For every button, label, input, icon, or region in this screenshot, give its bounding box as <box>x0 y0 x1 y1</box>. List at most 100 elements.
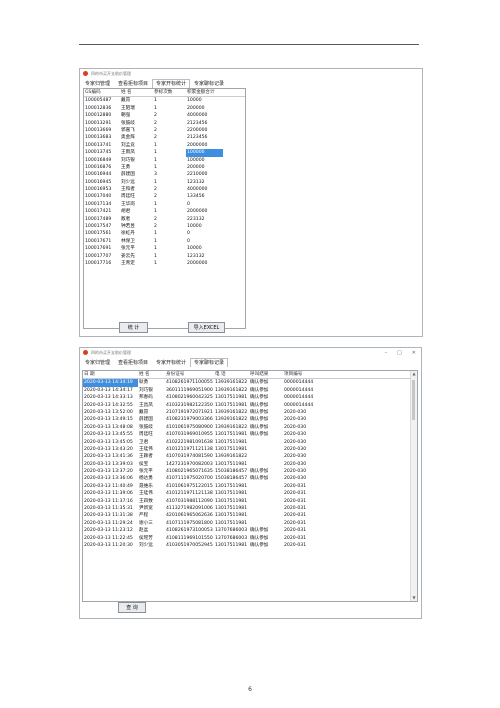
cell-total-amount: 2000000 <box>187 260 208 266</box>
cell-name: 王硅伟 <box>139 446 153 452</box>
table-row[interactable]: 100016953 王和者 2 4000000 <box>84 186 245 193</box>
table-row[interactable]: 100017134 王华岗 1 0 <box>84 201 245 208</box>
table-row[interactable]: 100012880 朝强 2 4000000 <box>84 112 245 119</box>
table-row[interactable]: 2020-03-13 11:40:49 聂维乐 4101061975122015 13… <box>83 483 417 490</box>
table-row[interactable]: 2020-03-13 13:45:05 卫君 4102221981091638 130… <box>83 439 417 446</box>
table-row[interactable]: 2020-03-13 14:33:13 邦春码 4108021960042325 13… <box>83 394 417 401</box>
table-row[interactable]: 2020-03-13 13:49:15 薛建国 4108231979003366 13… <box>83 416 417 423</box>
cell-name: 张元平 <box>139 469 153 475</box>
column-header-project-number[interactable]: 项目编号 <box>283 371 321 378</box>
vertical-scrollbar[interactable]: ▲ ▼ <box>410 371 417 601</box>
table-row[interactable]: 100017547 钟若昱 2 10000 <box>84 223 245 230</box>
cell-date: 2020-03-13 13:52:00 <box>84 409 133 415</box>
scroll-thumb[interactable] <box>412 380 415 420</box>
table-row[interactable]: 2020-03-13 14:34:17 刘巧银 3601111969051900 13… <box>83 387 417 394</box>
cell-total-amount: 10000 <box>187 246 202 252</box>
stats-grid[interactable]: GS编码姓 名参标次数 积累金额合计 100005487 戴昂 1 10000 10001… <box>83 88 246 329</box>
cell-phone: 13939161822 <box>215 409 248 415</box>
tab-expert-management[interactable]: 专家归管理 <box>81 358 114 367</box>
table-row[interactable]: 2020-03-13 11:39:06 王硅伟 4101211971121138 13… <box>83 490 417 497</box>
column-header-phone[interactable]: 电 话 <box>214 371 249 378</box>
table-row[interactable]: 2020-03-13 14:34:19 耿勇 4108261971100055 139… <box>83 379 417 387</box>
tab-view-rejected-projects[interactable]: 查看拒标项目 <box>114 358 152 367</box>
cell-gs-code: 100017671 <box>85 238 112 244</box>
tab-expert-bid-stats[interactable]: 专家开标统计 <box>152 79 191 88</box>
scroll-up-icon[interactable]: ▲ <box>411 371 417 377</box>
tab-expert-call-records[interactable]: 专家聊标记录 <box>190 79 228 88</box>
scroll-down-icon[interactable]: ▼ <box>411 595 417 601</box>
table-row[interactable]: 100017421 胡君 1 2000000 <box>84 208 245 215</box>
minimize-icon[interactable]: – <box>385 350 388 356</box>
table-row[interactable]: 100017707 姜云先 1 123132 <box>84 253 245 260</box>
table-row[interactable]: 100013683 奥金辉 2 2123456 <box>84 134 245 141</box>
table-row[interactable]: 100005487 戴昂 1 10000 <box>84 97 245 104</box>
cell-id-number: 4101211971121138 <box>166 446 213 452</box>
table-row[interactable]: 2020-03-13 13:52:00 戴昂 2107191972071921 139… <box>83 409 417 416</box>
table-row[interactable]: 100013741 刘孟竞 1 2000000 <box>84 142 245 149</box>
column-header-call-result[interactable]: 呼叫结果 <box>249 371 283 378</box>
table-row[interactable]: 2020-03-13 14:32:55 王昌凤 4103231982122350 13… <box>83 402 417 409</box>
cell-date: 2020-03-13 11:20:30 <box>84 542 133 548</box>
column-header-bid-count[interactable]: 参标次数 <box>153 89 186 96</box>
table-row[interactable]: 100017716 王青定 1 2000000 <box>84 260 245 267</box>
table-row[interactable]: 2020-03-13 11:22:45 侯瑶芳 4108111969101550 13… <box>83 535 417 542</box>
title-bar: 四的市买开支助价管理 <box>80 69 422 78</box>
table-row[interactable]: 100017671 林保卫 1 0 <box>84 238 245 245</box>
tab-expert-bid-stats[interactable]: 专家开标统计 <box>152 358 190 367</box>
table-row[interactable]: 100016849 刘巧银 1 100000 <box>84 157 245 164</box>
cell-gs-code: 100017707 <box>85 253 112 259</box>
table-row[interactable]: 2020-03-13 13:48:08 张鼓歧 4101061975080900 13… <box>83 424 417 431</box>
table-row[interactable]: 2020-03-13 11:23:12 赵盆 4108261973100053 137… <box>83 527 417 534</box>
table-row[interactable]: 2020-03-13 13:36:06 杨达勇 4107111975020700 15… <box>83 475 417 482</box>
table-row[interactable]: 100013291 张鼓歧 2 2123456 <box>84 120 245 127</box>
table-row[interactable]: 100013745 王雨凤 1 100000 <box>84 149 245 157</box>
table-row[interactable]: 2020-03-13 13:41:36 王颖者 4107031974081590 13… <box>83 453 417 460</box>
table-row[interactable]: 100017040 周廷旺 2 133456 <box>84 193 245 200</box>
query-button[interactable]: 查 询 <box>118 602 146 613</box>
maximize-icon[interactable]: □ <box>397 350 402 356</box>
close-icon[interactable]: ✕ <box>412 350 416 356</box>
table-row[interactable]: 100013669 郭嘉飞 2 2200000 <box>84 127 245 134</box>
tab-view-rejected-projects[interactable]: 查看拒标项目 <box>114 79 152 88</box>
cell-call-result: 确认参加 <box>250 380 269 386</box>
table-row[interactable]: 100017691 张元平 1 10000 <box>84 245 245 252</box>
table-row[interactable]: 2020-03-13 11:20:30 刘少远 4103051970052945 13… <box>83 542 417 549</box>
column-header-total-amount[interactable]: 积累金额合计 <box>186 89 223 96</box>
cell-name: 邦春码 <box>139 395 153 401</box>
table-row[interactable]: 2020-03-13 13:45:55 周廷旺 4107031969010955 13… <box>83 431 417 438</box>
cell-project-number: 2020-031 <box>284 528 307 534</box>
table-row[interactable]: 2020-03-13 11:31:38 严程 4201061965062636 130… <box>83 512 417 519</box>
app-icon <box>83 350 88 355</box>
table-row[interactable]: 100012836 王陌瑞 1 200000 <box>84 105 245 112</box>
cell-call-result: 确认参加 <box>250 424 269 430</box>
table-row[interactable]: 2020-03-13 11:35:31 尹新宽 4113271982091006 13… <box>83 505 417 512</box>
tab-expert-call-records[interactable]: 专家聊标记录 <box>190 358 229 367</box>
call-records-grid[interactable]: 日 期姓 名身份证号电 话呼叫结果 项目编号 2020-03-13 14:34:1… <box>82 370 418 602</box>
table-row[interactable]: 2020-03-13 13:39:03 侯宝 1427231970082003 130… <box>83 461 417 468</box>
table-row[interactable]: 100016876 王勇 1 200000 <box>84 164 245 171</box>
cell-id-number: 4103051970052945 <box>166 542 213 548</box>
column-header-name[interactable]: 姓 名 <box>138 371 165 378</box>
table-row[interactable]: 100017561 徐虹丹 1 0 <box>84 230 245 237</box>
statistics-button[interactable]: 统 计 <box>119 322 148 333</box>
cell-phone: 13939161822 <box>215 454 248 460</box>
cell-name: 张鼓歧 <box>121 120 135 126</box>
table-row[interactable]: 100017489 敌者 2 223132 <box>84 216 245 223</box>
cell-bid-count: 1 <box>154 98 157 104</box>
cell-name: 张元平 <box>121 246 135 252</box>
import-excel-button[interactable]: 导入EXCEL <box>188 322 225 333</box>
column-header-date[interactable]: 日 期 <box>83 371 138 378</box>
table-row[interactable]: 2020-03-13 13:37:20 张元平 4108021965071635 15… <box>83 468 417 475</box>
cell-call-result <box>249 490 283 497</box>
cell-call-result: 确认参加 <box>250 402 269 408</box>
cell-id-number: 4103231982122350 <box>166 402 213 408</box>
table-row[interactable]: 100016944 薛建国 3 2210000 <box>84 171 245 178</box>
tab-expert-management[interactable]: 专家归管理 <box>81 79 114 88</box>
table-row[interactable]: 2020-03-13 13:43:20 王硅伟 4101211971121138 13… <box>83 446 417 453</box>
table-row[interactable]: 2020-03-13 11:37:16 王四致 4107031988112090 13… <box>83 498 417 505</box>
column-header-gs-code[interactable]: GS编码 <box>84 89 120 96</box>
column-header-id-number[interactable]: 身份证号 <box>165 371 214 378</box>
column-header-name[interactable]: 姓 名 <box>120 89 153 96</box>
table-row[interactable]: 100016945 刘少远 1 123132 <box>84 179 245 186</box>
table-row[interactable]: 2020-03-13 11:29:24 谢小三 4107111975081800 13… <box>83 520 417 527</box>
